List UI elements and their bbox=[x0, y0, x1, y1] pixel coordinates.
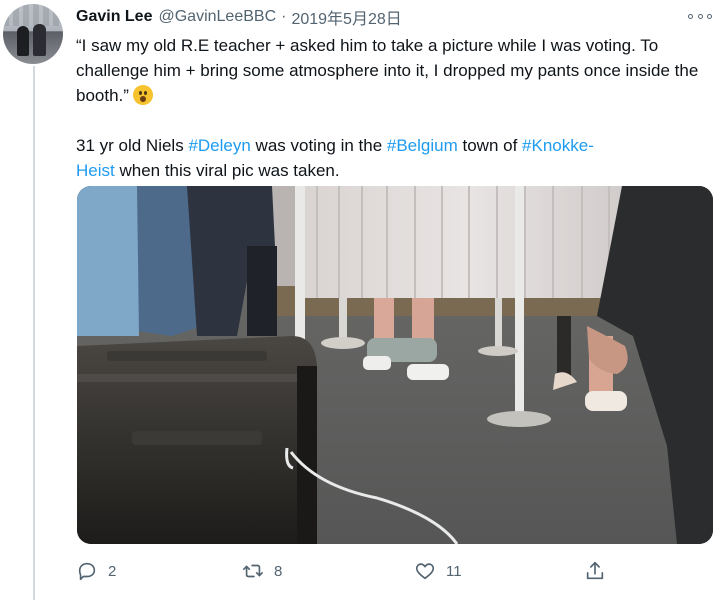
share-icon bbox=[586, 561, 604, 580]
reply-count: 2 bbox=[108, 562, 117, 580]
tweet-photo-image bbox=[77, 186, 713, 544]
tweet-body: 31 yr old Niels #Deleyn was voting in th… bbox=[76, 133, 716, 183]
tweet-quote: “I saw my old R.E teacher + asked him to… bbox=[76, 33, 716, 108]
tweet-header: Gavin Lee @GavinLeeBBC · 2019年5月28日 bbox=[76, 6, 402, 28]
retweet-icon bbox=[243, 564, 263, 578]
like-count: 11 bbox=[446, 562, 462, 580]
retweet-count: 8 bbox=[274, 562, 283, 580]
tweet-quote-text: “I saw my old R.E teacher + asked him to… bbox=[76, 36, 699, 105]
body-text: when this viral pic was taken. bbox=[114, 161, 340, 180]
hashtag-knokke-heist[interactable]: Heist bbox=[76, 161, 115, 180]
retweet-button[interactable]: 8 bbox=[242, 558, 282, 584]
share-button[interactable] bbox=[584, 558, 606, 584]
hashtag-knokke-heist[interactable]: #Knokke- bbox=[522, 136, 594, 155]
author-handle[interactable]: @GavinLeeBBC bbox=[158, 8, 276, 26]
separator-dot: · bbox=[281, 8, 287, 25]
avatar-figure bbox=[17, 26, 29, 56]
tweet-text: “I saw my old R.E teacher + asked him to… bbox=[76, 33, 716, 183]
hashtag-belgium[interactable]: #Belgium bbox=[387, 136, 458, 155]
reply-icon bbox=[78, 562, 96, 581]
avatar-figure bbox=[33, 24, 46, 56]
thread-line bbox=[33, 66, 35, 600]
tweet-photo[interactable] bbox=[77, 186, 713, 544]
tweet-actions: 2 8 11 bbox=[76, 558, 636, 584]
body-text: 31 yr old Niels bbox=[76, 136, 189, 155]
avatar[interactable] bbox=[3, 4, 63, 64]
author-name[interactable]: Gavin Lee bbox=[76, 8, 152, 26]
like-button[interactable]: 11 bbox=[414, 558, 462, 584]
more-dot bbox=[707, 13, 712, 19]
body-text: town of bbox=[457, 136, 523, 155]
more-options-icon[interactable] bbox=[688, 8, 712, 24]
hashtag-deleyn[interactable]: #Deleyn bbox=[188, 136, 250, 155]
hushed-face-emoji-icon bbox=[132, 85, 153, 105]
avatar-background bbox=[3, 4, 63, 26]
body-text: was voting in the bbox=[250, 136, 387, 155]
tweet-date[interactable]: 2019年5月28日 bbox=[291, 5, 401, 29]
more-dot bbox=[697, 13, 703, 19]
more-dot bbox=[688, 13, 693, 19]
reply-button[interactable]: 2 bbox=[76, 558, 116, 584]
heart-icon bbox=[415, 563, 435, 580]
